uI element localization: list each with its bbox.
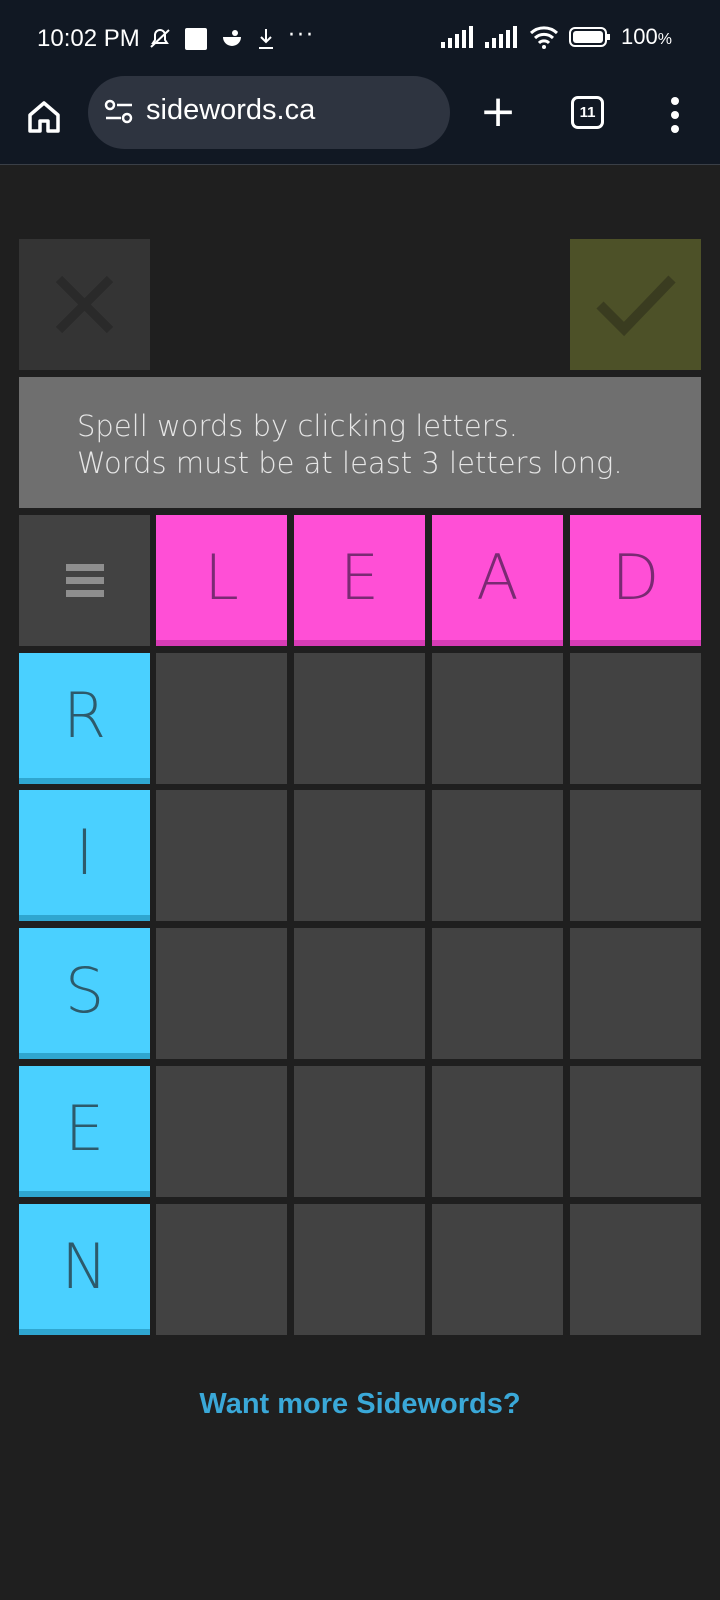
- grid-cell[interactable]: [294, 1204, 425, 1335]
- grid-cell[interactable]: [570, 653, 701, 784]
- submit-button[interactable]: [570, 239, 701, 370]
- status-bar: 10:02 PM ··· 100%: [0, 0, 720, 80]
- message-line-1: Spell words by clicking letters.: [77, 409, 518, 443]
- grid-cell[interactable]: [156, 653, 287, 784]
- more-sidewords-link[interactable]: Want more Sidewords?: [0, 1388, 720, 1421]
- grid-cell[interactable]: [156, 1066, 287, 1197]
- grid-cell[interactable]: [570, 928, 701, 1059]
- new-tab-button[interactable]: +: [478, 90, 518, 136]
- browser-menu-button[interactable]: [660, 94, 690, 136]
- grid-cell[interactable]: [570, 1204, 701, 1335]
- side-letter-tile[interactable]: N: [19, 1204, 150, 1335]
- grid-cell[interactable]: [432, 790, 563, 921]
- url-text[interactable]: sidewords.ca: [146, 94, 315, 127]
- grid-cell[interactable]: [156, 790, 287, 921]
- browser-toolbar: sidewords.ca + 11: [0, 76, 720, 165]
- top-letter-tile[interactable]: L: [156, 515, 287, 646]
- grid-cell[interactable]: [294, 1066, 425, 1197]
- more-dots-icon: ···: [288, 23, 315, 48]
- top-letter-tile[interactable]: E: [294, 515, 425, 646]
- square-icon: [185, 28, 207, 50]
- close-icon: [55, 275, 114, 334]
- grid-cell[interactable]: [156, 1204, 287, 1335]
- clear-button[interactable]: [19, 239, 150, 370]
- grid-cell[interactable]: [432, 653, 563, 784]
- instruction-message: Spell words by clicking letters. Words m…: [19, 377, 701, 508]
- grid-cell[interactable]: [432, 1066, 563, 1197]
- side-letter-tile[interactable]: R: [19, 653, 150, 784]
- battery-percent: 100%: [621, 24, 672, 49]
- download-icon: [259, 29, 273, 49]
- signal-icon: [485, 26, 518, 48]
- grid-cell[interactable]: [294, 928, 425, 1059]
- battery-icon: [569, 27, 611, 47]
- home-icon: [28, 101, 60, 133]
- signal-icon: [441, 26, 474, 48]
- app-icon: [223, 30, 241, 46]
- home-button[interactable]: [24, 94, 64, 140]
- mute-icon: [150, 28, 170, 48]
- menu-icon: [65, 564, 104, 597]
- status-time: 10:02 PM: [37, 25, 140, 52]
- grid-cell[interactable]: [432, 928, 563, 1059]
- grid-cell[interactable]: [570, 790, 701, 921]
- side-letter-tile[interactable]: E: [19, 1066, 150, 1197]
- top-letter-tile[interactable]: A: [432, 515, 563, 646]
- grid-cell[interactable]: [432, 1204, 563, 1335]
- grid-cell[interactable]: [570, 1066, 701, 1197]
- grid-cell[interactable]: [294, 653, 425, 784]
- side-letter-tile[interactable]: S: [19, 928, 150, 1059]
- game-menu-button[interactable]: [19, 515, 150, 646]
- tab-switcher-button[interactable]: 11: [571, 96, 604, 129]
- grid-cell[interactable]: [294, 790, 425, 921]
- top-letter-tile[interactable]: D: [570, 515, 701, 646]
- wifi-icon: [530, 26, 559, 49]
- system-status: 100%: [441, 24, 672, 50]
- notification-icons: [148, 27, 276, 51]
- grid-cell[interactable]: [156, 928, 287, 1059]
- site-settings-icon[interactable]: [104, 98, 134, 126]
- side-letter-tile[interactable]: I: [19, 790, 150, 921]
- address-bar[interactable]: sidewords.ca: [88, 76, 450, 149]
- check-icon: [596, 275, 676, 337]
- message-line-2: Words must be at least 3 letters long.: [77, 446, 623, 480]
